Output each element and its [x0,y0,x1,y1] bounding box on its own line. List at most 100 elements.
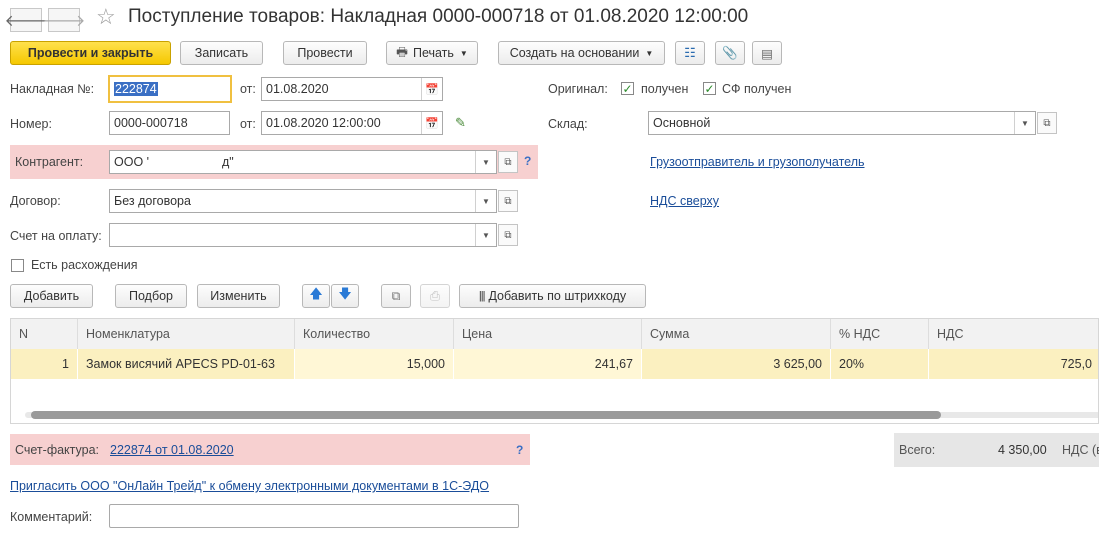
col-quantity-header[interactable]: Количество [295,319,454,349]
payment-account-select[interactable]: ▼ [109,223,497,247]
cell-quantity: 15,000 [295,349,454,379]
print-button[interactable]: 🖶 Печать ▼ [386,41,478,65]
vat-on-top-link[interactable]: НДС сверху [650,194,719,208]
discrepancy-checkbox[interactable] [11,259,24,272]
shipper-consignee-link[interactable]: Грузоотправитель и грузополучатель [650,155,865,169]
add-row-button[interactable]: Добавить [10,284,93,308]
open-contract-button[interactable]: ⧉ [498,190,518,212]
print-label: Печать [412,46,454,60]
counterparty-select[interactable]: ООО ' д" ▼ [109,150,497,174]
invoice-no-input[interactable]: 222874 [108,75,232,103]
from-label-2: от: [240,117,256,131]
cell-vat-rate: 20% [831,349,929,379]
chevron-down-icon[interactable]: ▼ [475,224,496,246]
add-by-barcode-button[interactable]: ||| Добавить по штрихкоду [459,284,646,308]
chevron-down-icon: ▼ [459,48,468,58]
cell-price: 241,67 [454,349,642,379]
paperclip-icon: 📎 [722,45,738,60]
col-vat-header[interactable]: НДС [929,319,1098,349]
invoice-no-value: 222874 [114,82,158,96]
save-button[interactable]: Записать [180,41,263,65]
col-nomenclature-header[interactable]: Номенклатура [78,319,295,349]
arrow-up-icon: 🡅 [309,286,323,301]
number-value: 0000-000718 [114,116,188,130]
col-n-header[interactable]: N [11,319,78,349]
col-sum-header[interactable]: Сумма [642,319,831,349]
invoice-date-value: 01.08.2020 [266,82,329,96]
received-checkbox[interactable]: ✓ [621,82,634,95]
copy-icon: ⧉ [391,288,401,303]
post-and-close-button[interactable]: Провести и закрыть [10,41,171,65]
open-icon: ⧉ [1043,117,1051,129]
total-vat-label: НДС (в [1062,443,1099,457]
create-based-label: Создать на основании [509,46,640,60]
horizontal-scrollbar-thumb[interactable] [31,411,941,419]
chevron-down-icon: ▼ [645,48,654,58]
post-button[interactable]: Провести [283,41,367,65]
add-by-barcode-label: Добавить по штрихкоду [488,289,627,303]
cell-n: 1 [11,349,78,379]
pick-button[interactable]: Подбор [115,284,187,308]
checkmark-icon: ✓ [622,81,633,96]
sf-received-checkbox[interactable]: ✓ [703,82,716,95]
cell-sum: 3 625,00 [642,349,831,379]
open-icon: ⧉ [504,195,512,207]
warehouse-label: Склад: [548,117,588,131]
forward-arrow-icon: 🡒 [42,12,86,30]
chevron-down-icon[interactable]: ▼ [1014,112,1035,134]
open-warehouse-button[interactable]: ⧉ [1037,112,1057,134]
document-list-icon: ▤ [761,46,773,61]
contract-label: Договор: [10,194,61,208]
total-value: 4 350,00 [998,443,1047,457]
edo-invite-link[interactable]: Пригласить ООО "ОнЛайн Трейд" к обмену э… [10,479,489,493]
chevron-down-icon[interactable]: ▼ [475,151,496,173]
edit-history-icon[interactable]: ✎ [455,115,466,131]
structure-button[interactable]: ☷ [675,41,705,65]
paste-row-button[interactable]: ⎙ [420,284,450,308]
arrow-down-icon: 🡇 [338,286,352,301]
original-label: Оригинал: [548,82,608,96]
received-label: получен [641,82,689,96]
counterparty-value: ООО ' д" [114,155,234,169]
forward-button[interactable]: 🡒 [43,8,85,32]
report-button[interactable]: ▤ [752,41,782,65]
move-down-button[interactable]: 🡇 [331,284,359,308]
total-label: Всего: [899,443,936,457]
back-button[interactable]: 🡐 [5,8,47,32]
help-icon[interactable]: ? [524,154,531,168]
warehouse-select[interactable]: Основной ▼ [648,111,1036,135]
number-label: Номер: [10,117,52,131]
chevron-down-icon[interactable]: ▼ [475,190,496,212]
number-date-input[interactable]: 01.08.2020 12:00:00 📅 [261,111,443,135]
warehouse-value: Основной [653,116,711,130]
col-vat-rate-header[interactable]: % НДС [831,319,929,349]
hierarchy-icon: ☷ [684,45,696,60]
back-arrow-icon: 🡐 [4,12,48,30]
help-icon[interactable]: ? [516,443,523,457]
window-title: Поступление товаров: Накладная 0000-0007… [128,6,749,27]
favorite-star-icon[interactable]: ☆ [96,4,116,30]
sf-link[interactable]: 222874 от 01.08.2020 [110,443,234,457]
number-date-value: 01.08.2020 12:00:00 [266,116,381,130]
move-up-button[interactable]: 🡅 [302,284,330,308]
copy-row-button[interactable]: ⧉ [381,284,411,308]
comment-input[interactable] [109,504,519,528]
contract-select[interactable]: Без договора ▼ [109,189,497,213]
checkmark-icon: ✓ [704,81,715,96]
number-input[interactable]: 0000-000718 [109,111,230,135]
cell-vat: 725,0 [929,349,1098,379]
calendar-icon[interactable]: 📅 [421,78,442,100]
attach-button[interactable]: 📎 [715,41,745,65]
from-label: от: [240,82,256,96]
calendar-icon[interactable]: 📅 [421,112,442,134]
paste-icon: ⎙ [429,288,440,303]
create-based-on-button[interactable]: Создать на основании ▼ [498,41,665,65]
invoice-date-input[interactable]: 01.08.2020 📅 [261,77,443,101]
edit-row-button[interactable]: Изменить [197,284,280,308]
open-counterparty-button[interactable]: ⧉ [498,151,518,173]
open-payment-account-button[interactable]: ⧉ [498,224,518,246]
barcode-icon: ||| [478,290,486,302]
col-price-header[interactable]: Цена [454,319,642,349]
cell-nomenclature: Замок висячий APECS PD-01-63 [78,349,295,379]
open-icon: ⧉ [504,229,512,241]
